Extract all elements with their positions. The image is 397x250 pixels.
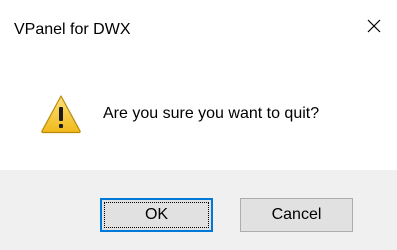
close-button[interactable] xyxy=(351,8,397,44)
cancel-button-label: Cancel xyxy=(271,206,322,223)
window-title: VPanel for DWX xyxy=(14,21,131,38)
message-text: Are you sure you want to quit? xyxy=(103,105,320,122)
ok-button-label: OK xyxy=(144,206,169,223)
cancel-button[interactable]: Cancel xyxy=(240,198,353,232)
title-bar[interactable]: VPanel for DWX xyxy=(0,0,397,62)
close-icon xyxy=(367,19,381,33)
dialog-content: Are you sure you want to quit? xyxy=(0,62,397,170)
message-dialog: VPanel for DWX Are you sure you want to … xyxy=(0,0,397,250)
ok-button[interactable]: OK xyxy=(100,198,213,232)
warning-icon xyxy=(40,94,82,134)
button-bar: OK Cancel xyxy=(0,170,397,250)
